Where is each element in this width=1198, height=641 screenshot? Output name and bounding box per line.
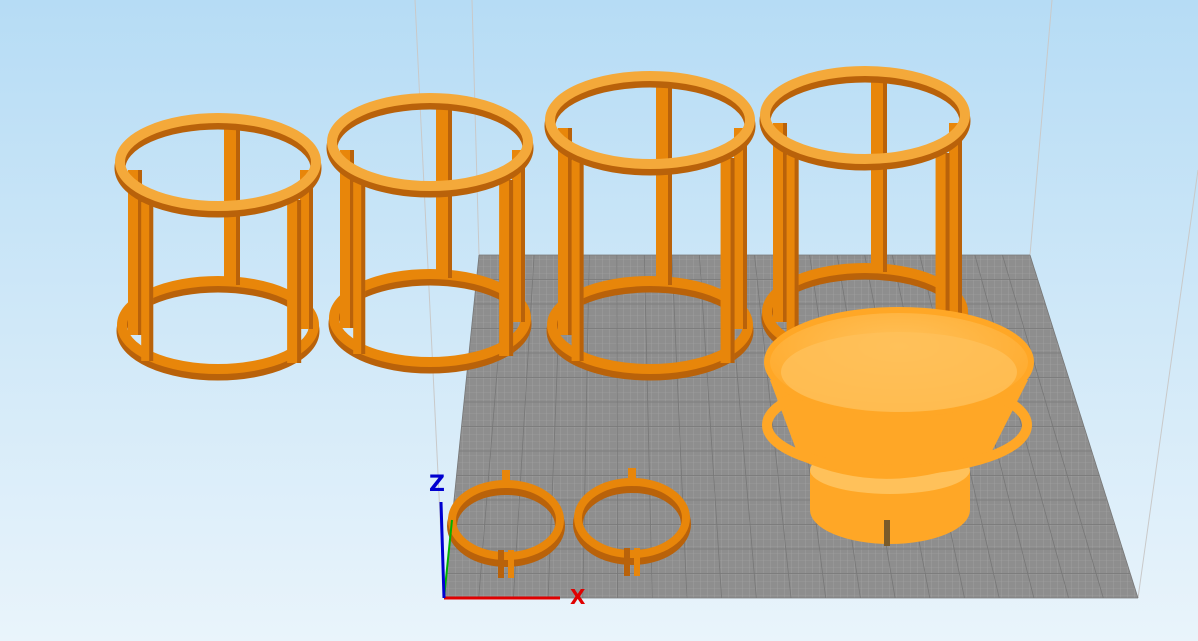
cage-strut-shade (521, 150, 525, 322)
x-axis-label: X (570, 585, 586, 609)
cage-strut-shade (309, 170, 313, 329)
cage-strut-shade (509, 180, 514, 356)
cage-strut-shade (883, 77, 887, 272)
z-axis-label: Z (429, 472, 445, 497)
cage-strut-shade (730, 158, 735, 363)
cage-strut-shade (668, 82, 672, 285)
3d-viewport[interactable]: Z X (0, 0, 1198, 641)
clip-tab-bottom (498, 550, 504, 578)
clip-tab-top (628, 468, 636, 486)
bowl-inner (781, 332, 1017, 412)
cage-strut-shade (743, 128, 747, 329)
cage-strut-shade (579, 160, 584, 361)
clip-tab-top (502, 470, 510, 488)
scene-canvas[interactable] (0, 0, 1198, 641)
clip-tab-bottom (634, 548, 640, 576)
cage-strut-shade (297, 200, 302, 363)
clip-tab-bottom (508, 550, 514, 578)
cage-strut-shade (149, 202, 154, 361)
cage-strut-shade (361, 182, 366, 354)
bowl-notch (884, 520, 890, 546)
clip-tab-bottom (624, 548, 630, 576)
cage-strut-shade (958, 123, 962, 316)
cage-strut-shade (794, 155, 799, 348)
